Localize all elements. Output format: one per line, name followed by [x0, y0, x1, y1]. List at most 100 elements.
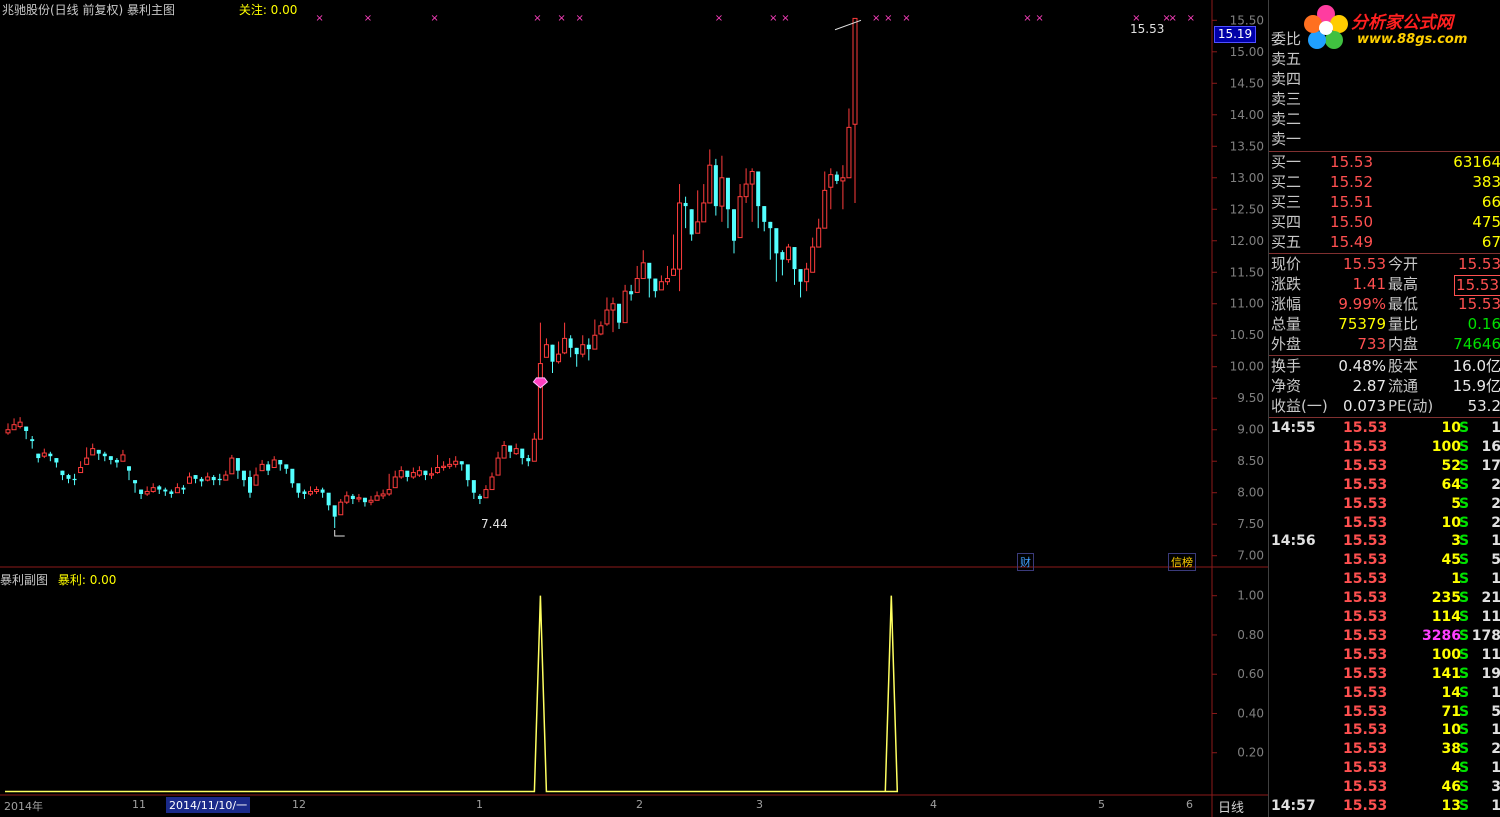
tick-price: 15.53 [1343, 646, 1388, 663]
candle-body [785, 246, 791, 261]
stat-label: 最低 [1388, 295, 1419, 313]
tick-price: 15.53 [1343, 590, 1388, 607]
low-pointer [334, 529, 345, 537]
candle [846, 108, 852, 179]
candle-body [846, 126, 852, 179]
candle-body [290, 468, 295, 484]
fund-value: 0.48% [1338, 357, 1386, 375]
candle-body [5, 429, 11, 434]
low-price-label: 7.44 [481, 517, 508, 531]
candle-body [683, 202, 688, 207]
candle [501, 441, 507, 459]
candle-body [84, 457, 90, 465]
ask-row: 卖四 [1271, 70, 1500, 89]
candle [531, 432, 537, 462]
candle [54, 458, 59, 468]
tick-row: 15.53 1 S 1 [1271, 570, 1500, 589]
tick-side: S [1459, 779, 1470, 796]
tick-count: 11 [1481, 609, 1500, 625]
tick-row: 15.53 114 S 11 [1271, 608, 1500, 627]
candle-body [780, 252, 785, 260]
candle-body [743, 183, 749, 198]
candle [792, 247, 797, 285]
candle-body [302, 491, 307, 494]
candle-body [526, 458, 531, 462]
candle-body [598, 325, 604, 335]
bid-price: 15.50 [1330, 213, 1373, 231]
candle-body [640, 262, 646, 280]
candle [653, 278, 658, 298]
tick-side: S [1459, 760, 1470, 777]
rank-flag[interactable]: 信榜 [1168, 553, 1196, 571]
candle [640, 250, 646, 280]
candle-body [483, 489, 489, 499]
candle-body [568, 338, 573, 348]
candle [762, 206, 767, 232]
candle [556, 341, 562, 364]
stat-label: 今开 [1388, 255, 1419, 273]
candle-body [664, 278, 670, 283]
candle-body [24, 426, 29, 431]
tick-side: S [1459, 420, 1470, 436]
ask-row: 卖二 [1271, 110, 1500, 129]
candle [36, 453, 41, 463]
tick-count: 178 [1471, 627, 1500, 644]
y-tick-label: 12.50 [1230, 202, 1264, 216]
candle [223, 470, 229, 481]
candle-body [508, 445, 513, 452]
candle-body [634, 278, 640, 293]
candle [604, 297, 610, 326]
tick-row: 14:55 15.53 10 S 1 [1271, 419, 1500, 438]
finance-flag[interactable]: 财 [1017, 553, 1034, 571]
stat-value: 9.99% [1338, 295, 1386, 313]
candle-body [604, 309, 610, 325]
candle-body [296, 483, 301, 493]
ask-row: 卖三 [1271, 90, 1500, 109]
tick-count: 21 [1481, 590, 1500, 607]
date-axis-selected[interactable]: 2014/11/10/一 [166, 797, 251, 813]
bid-label: 买一 [1271, 153, 1302, 171]
tick-count: 1 [1491, 798, 1500, 814]
candle [144, 486, 150, 496]
candle [338, 499, 344, 516]
kline-chart[interactable]: 15.5015.0014.5014.0013.5013.0012.5012.00… [0, 0, 1268, 817]
period-label[interactable]: 日线 [1218, 797, 1244, 816]
candle-body [278, 459, 283, 465]
candle [72, 473, 77, 486]
candle-body [133, 480, 138, 484]
candle-body [713, 165, 718, 207]
candle [508, 445, 513, 459]
candle-body [326, 492, 331, 506]
candle-body [193, 475, 198, 479]
candle [489, 472, 495, 491]
bid-volume: 66 [1481, 193, 1500, 211]
y-tick-label: 14.50 [1230, 76, 1264, 90]
stat-row: 涨跌 1.41 最高 15.53 [1271, 275, 1500, 296]
candle [701, 184, 707, 223]
candle [852, 17, 858, 203]
y-tick-label: 14.00 [1230, 108, 1264, 122]
candle-body [689, 209, 694, 235]
candle-body [592, 334, 598, 350]
signal-marker: × [902, 13, 910, 24]
tick-row: 15.53 64 S 2 [1271, 476, 1500, 495]
chart-area[interactable]: 15.50 15.00 14.50 14.00 13.50 13.00 12.50 12.00… [0, 0, 1268, 817]
bid-row: 买一 15.53 63164 [1271, 153, 1500, 172]
candle-body [610, 303, 616, 311]
bid-row: 买二 15.52 383 [1271, 173, 1500, 192]
stock-title: 兆驰股份(日线 前复权) 暴利主图 [2, 3, 175, 17]
candle-body [531, 438, 537, 462]
candle-body [495, 457, 501, 476]
candle [725, 177, 730, 229]
candle-body [66, 475, 71, 479]
candle-body [139, 489, 144, 494]
weibi-row: 委比 [1271, 30, 1500, 49]
candle-body [368, 499, 374, 503]
tick-price: 15.53 [1343, 798, 1388, 814]
candle [695, 190, 701, 234]
candle-body [477, 495, 482, 500]
tick-price: 15.53 [1343, 476, 1388, 493]
fund-label: 换手 [1271, 357, 1302, 375]
candle [634, 265, 640, 293]
tick-qty: 141 [1431, 665, 1461, 682]
